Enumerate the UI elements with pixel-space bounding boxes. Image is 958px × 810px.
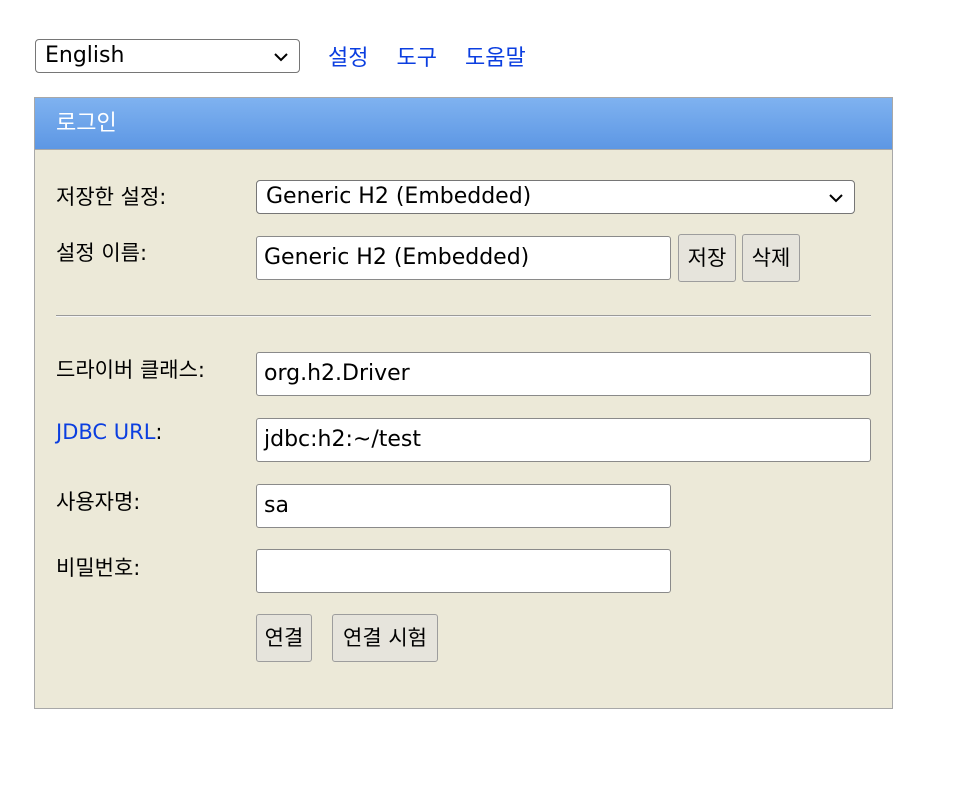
setting-name-input[interactable]: Generic H2 (Embedded) — [256, 236, 671, 280]
setting-name-label: 설정 이름: — [56, 241, 148, 265]
chevron-down-icon — [829, 194, 843, 203]
saved-settings-label: 저장한 설정: — [56, 185, 167, 209]
login-panel-title: 로그인 — [35, 98, 892, 150]
top-bar: English 설정 도구 도움말 — [35, 39, 526, 73]
jdbc-url-help-link[interactable]: JDBC URL — [56, 420, 155, 444]
settings-link[interactable]: 설정 — [328, 40, 368, 72]
driver-class-label: 드라이버 클래스: — [56, 358, 205, 382]
jdbc-url-colon: : — [155, 420, 163, 444]
driver-class-input[interactable]: org.h2.Driver — [256, 352, 871, 396]
saved-settings-select[interactable]: Generic H2 (Embedded) — [256, 180, 855, 214]
test-connection-button[interactable]: 연결 시험 — [332, 614, 438, 662]
password-label: 비밀번호: — [56, 556, 141, 580]
help-link[interactable]: 도움말 — [465, 40, 526, 72]
jdbc-url-label: JDBC URL: — [56, 420, 162, 444]
login-panel: 로그인 저장한 설정: Generic H2 (Embedded) 설정 이름:… — [34, 97, 893, 709]
language-select-value: English — [45, 43, 125, 68]
language-select[interactable]: English — [35, 39, 300, 73]
divider — [56, 315, 871, 317]
username-label: 사용자명: — [56, 490, 141, 514]
password-input[interactable] — [256, 549, 671, 593]
jdbc-url-input[interactable]: jdbc:h2:~/test — [256, 418, 871, 462]
save-button[interactable]: 저장 — [678, 234, 736, 282]
chevron-down-icon — [274, 53, 288, 62]
saved-settings-select-value: Generic H2 (Embedded) — [266, 184, 532, 209]
delete-button[interactable]: 삭제 — [742, 234, 800, 282]
username-input[interactable]: sa — [256, 484, 671, 528]
tools-link[interactable]: 도구 — [396, 40, 436, 72]
connect-button[interactable]: 연결 — [256, 614, 312, 662]
